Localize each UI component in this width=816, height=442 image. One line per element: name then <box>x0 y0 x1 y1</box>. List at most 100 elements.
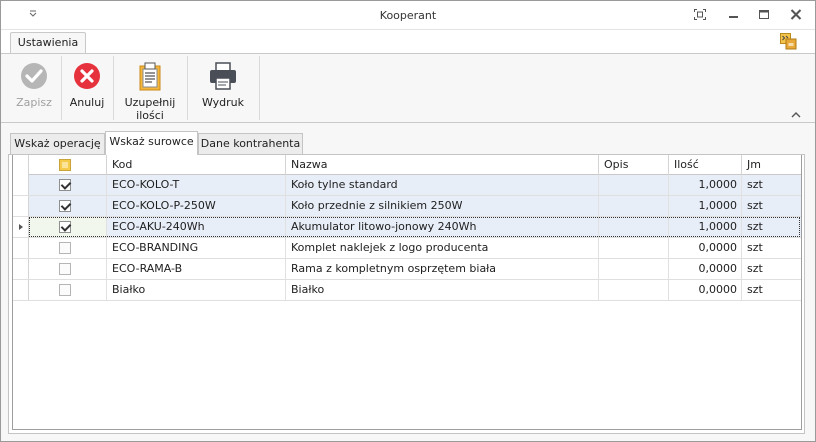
header-qty[interactable]: Ilość <box>669 155 742 175</box>
ribbon-separator <box>187 56 188 120</box>
cell-unit[interactable]: szt <box>742 217 801 237</box>
ribbon-separator <box>113 56 114 120</box>
print-button[interactable]: Wydruk <box>193 54 253 122</box>
collapse-ribbon-button[interactable] <box>790 110 802 120</box>
row-indicator <box>13 217 29 237</box>
row-indicator <box>13 259 29 279</box>
row-indicator <box>13 280 29 300</box>
row-checkbox[interactable] <box>59 242 71 254</box>
row-indicator <box>13 175 29 195</box>
save-label: Zapisz <box>16 96 52 109</box>
table-row[interactable]: ECO-KOLO-T Koło tylne standard 1,0000 sz… <box>13 175 801 196</box>
materials-grid[interactable]: Kod Nazwa Opis Ilość Jm ECO-KOLO-T Koło … <box>12 155 802 430</box>
row-checkbox[interactable] <box>59 263 71 275</box>
row-check-cell[interactable] <box>29 217 107 237</box>
cell-code[interactable]: ECO-KOLO-T <box>107 175 286 195</box>
header-unit[interactable]: Jm <box>742 155 801 175</box>
check-circle-icon <box>21 63 47 89</box>
cell-code[interactable]: ECO-AKU-240Wh <box>107 217 286 237</box>
cell-qty[interactable]: 0,0000 <box>669 259 742 279</box>
cell-qty[interactable]: 1,0000 <box>669 217 742 237</box>
cell-desc[interactable] <box>599 280 669 300</box>
row-checkbox[interactable] <box>59 200 71 212</box>
fill-quantities-label-line2: ilości <box>136 109 164 122</box>
cell-code[interactable]: ECO-RAMA-B <box>107 259 286 279</box>
ribbon-separator <box>259 56 260 120</box>
header-name[interactable]: Nazwa <box>286 155 599 175</box>
tab-select-materials[interactable]: Wskaż surowce <box>105 131 198 155</box>
cancel-button[interactable]: Anuluj <box>65 54 109 122</box>
minimize-button[interactable] <box>723 5 745 25</box>
close-button[interactable] <box>785 5 807 25</box>
cell-qty[interactable]: 0,0000 <box>669 238 742 258</box>
cell-unit[interactable]: szt <box>742 280 801 300</box>
cell-code[interactable]: ECO-KOLO-P-250W <box>107 196 286 216</box>
row-check-cell[interactable] <box>29 238 107 258</box>
clipboard-icon <box>139 62 161 91</box>
table-row[interactable]: ECO-KOLO-P-250W Koło przednie z silnikie… <box>13 196 801 217</box>
ribbon-tab-strip: Ustawienia <box>1 30 815 54</box>
cell-qty[interactable]: 0,0000 <box>669 280 742 300</box>
tab-panel: Kod Nazwa Opis Ilość Jm ECO-KOLO-T Koło … <box>8 154 805 434</box>
cell-name[interactable]: Koło przednie z silnikiem 250W <box>286 196 599 216</box>
cell-name[interactable]: Rama z kompletnym osprzętem biała <box>286 259 599 279</box>
cell-unit[interactable]: szt <box>742 238 801 258</box>
tab-contractor-data[interactable]: Dane kontrahenta <box>198 133 303 154</box>
row-checkbox[interactable] <box>59 179 71 191</box>
fill-quantities-label: Uzupełnij ilości <box>119 96 181 122</box>
cell-name[interactable]: Komplet naklejek z logo producenta <box>286 238 599 258</box>
row-checkbox[interactable] <box>59 221 71 233</box>
app-window: Kooperant Ustawienia Zapisz Anuluj Uzupe… <box>0 0 816 442</box>
cell-desc[interactable] <box>599 217 669 237</box>
cell-code[interactable]: Białko <box>107 280 286 300</box>
chevron-up-icon <box>791 112 801 118</box>
fill-quantities-label-line1: Uzupełnij <box>124 96 176 109</box>
table-row[interactable]: ECO-RAMA-B Rama z kompletnym osprzętem b… <box>13 259 801 280</box>
cell-name[interactable]: Akumulator litowo-jonowy 240Wh <box>286 217 599 237</box>
cell-desc[interactable] <box>599 175 669 195</box>
ribbon-separator <box>61 56 62 120</box>
print-label: Wydruk <box>201 96 245 109</box>
cancel-label: Anuluj <box>69 96 105 109</box>
cell-desc[interactable] <box>599 196 669 216</box>
row-indicator <box>13 196 29 216</box>
cell-name[interactable]: Białko <box>286 280 599 300</box>
fill-quantities-button[interactable]: Uzupełnij ilości <box>119 54 181 122</box>
table-row[interactable]: Białko Białko 0,0000 szt <box>13 280 801 301</box>
cell-code[interactable]: ECO-BRANDING <box>107 238 286 258</box>
title-bar: Kooperant <box>1 1 815 30</box>
cell-unit[interactable]: szt <box>742 175 801 195</box>
row-check-cell[interactable] <box>29 280 107 300</box>
fullscreen-button[interactable] <box>689 5 711 25</box>
cell-qty[interactable]: 1,0000 <box>669 196 742 216</box>
content-area: Wskaż operację Wskaż surowce Dane kontra… <box>1 124 815 441</box>
check-all-checkbox[interactable] <box>59 159 71 171</box>
header-check-all[interactable] <box>29 155 107 175</box>
x-circle-icon <box>74 63 100 89</box>
ribbon-tab-settings[interactable]: Ustawienia <box>10 32 86 54</box>
table-row[interactable]: ECO-BRANDING Komplet naklejek z logo pro… <box>13 238 801 259</box>
cell-qty[interactable]: 1,0000 <box>669 175 742 195</box>
cell-desc[interactable] <box>599 259 669 279</box>
grid-header: Kod Nazwa Opis Ilość Jm <box>13 155 801 175</box>
header-indicator <box>13 155 29 175</box>
cell-desc[interactable] <box>599 238 669 258</box>
row-check-cell[interactable] <box>29 196 107 216</box>
cell-name[interactable]: Koło tylne standard <box>286 175 599 195</box>
cell-unit[interactable]: szt <box>742 196 801 216</box>
maximize-button[interactable] <box>753 5 775 25</box>
printer-icon <box>210 62 236 90</box>
ribbon-panel: Zapisz Anuluj Uzupełnij ilości Wydruk <box>1 53 815 123</box>
header-code[interactable]: Kod <box>107 155 286 175</box>
tab-select-operation[interactable]: Wskaż operację <box>10 133 105 154</box>
cell-unit[interactable]: szt <box>742 259 801 279</box>
table-row-focused[interactable]: ECO-AKU-240Wh Akumulator litowo-jonowy 2… <box>13 217 801 238</box>
save-button[interactable]: Zapisz <box>13 54 55 122</box>
row-check-cell[interactable] <box>29 259 107 279</box>
header-desc[interactable]: Opis <box>599 155 669 175</box>
row-indicator <box>13 238 29 258</box>
skin-selector-icon[interactable] <box>780 33 797 50</box>
row-checkbox[interactable] <box>59 284 71 296</box>
row-check-cell[interactable] <box>29 175 107 195</box>
current-row-arrow-icon <box>19 224 23 230</box>
